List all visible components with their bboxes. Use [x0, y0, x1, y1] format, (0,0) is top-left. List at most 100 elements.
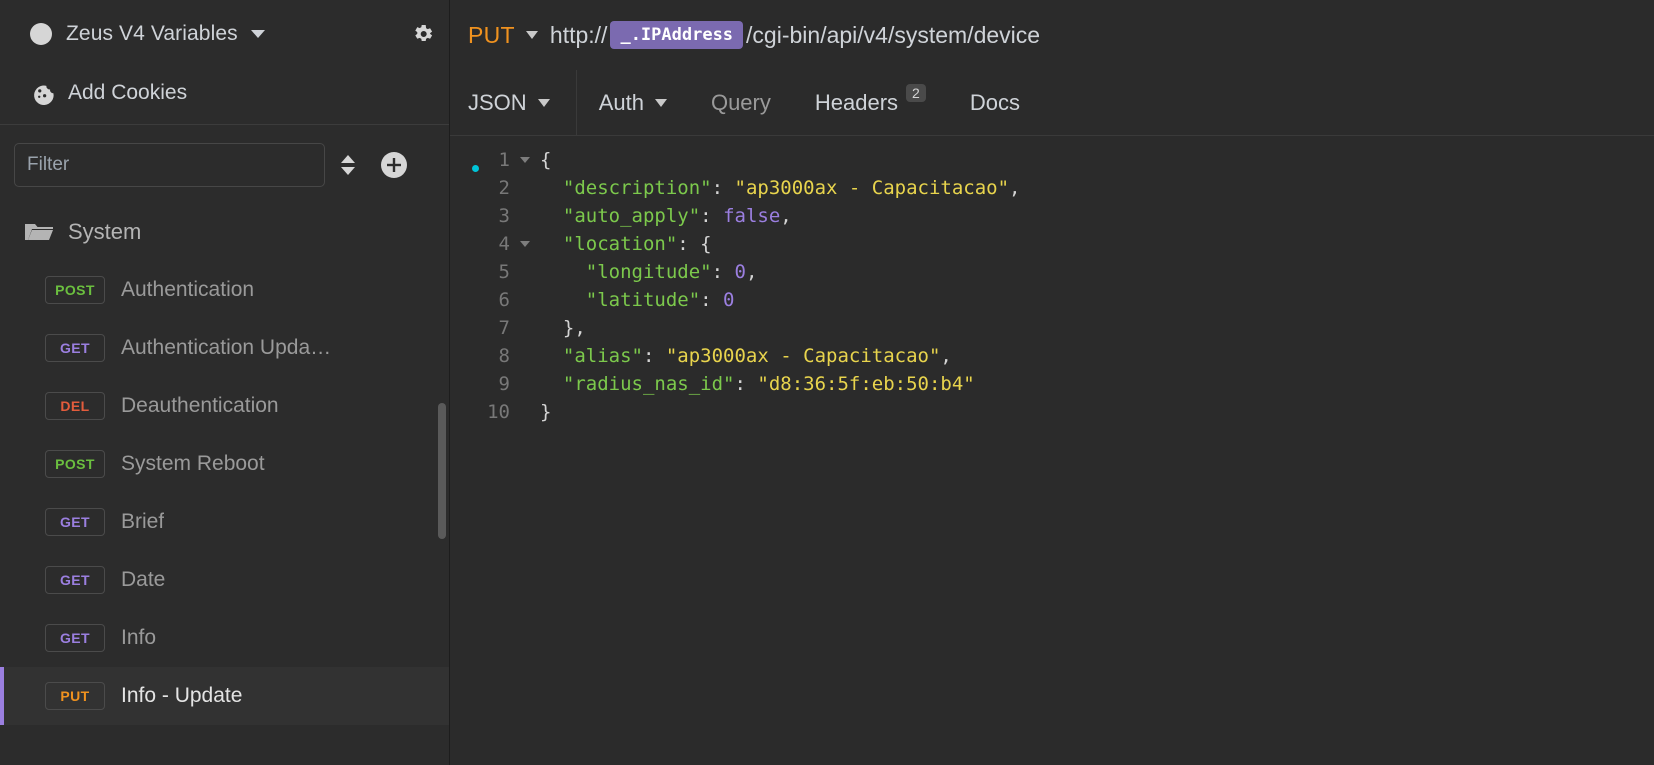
code-token: , — [1009, 177, 1021, 199]
code-line: "radius_nas_id": "d8:36:5f:eb:50:b4" — [540, 370, 1654, 398]
method-badge: POST — [45, 450, 105, 478]
code-line: { — [540, 146, 1654, 174]
code-token: "alias" — [562, 345, 643, 367]
line-number: 5 — [498, 261, 510, 283]
code-token: : — [642, 345, 666, 367]
code-token: : — [700, 289, 724, 311]
tab-auth[interactable]: Auth — [577, 70, 689, 135]
tab-docs[interactable]: Docs — [948, 70, 1042, 135]
code-token: "ap3000ax - Capacitacao" — [665, 345, 941, 367]
folder-open-icon — [24, 220, 68, 244]
plus-circle-icon[interactable] — [371, 143, 417, 187]
code-token: "location" — [562, 233, 678, 255]
code-token: "latitude" — [585, 289, 701, 311]
sort-icon[interactable] — [325, 143, 371, 187]
request-item[interactable]: GET Info — [0, 609, 449, 667]
tab-body-type[interactable]: JSON — [450, 70, 577, 135]
chevron-down-icon[interactable] — [250, 30, 265, 38]
chevron-down-icon[interactable] — [525, 31, 538, 39]
add-cookies-button[interactable]: Add Cookies — [0, 68, 449, 118]
code-line: "description": "ap3000ax - Capacitacao", — [540, 174, 1654, 202]
method-badge: GET — [45, 566, 105, 594]
request-item-label: Info - Update — [121, 684, 243, 707]
url-path: /cgi-bin/api/v4/system/device — [746, 21, 1041, 48]
fold-arrow-icon[interactable] — [520, 241, 530, 247]
method-badge: GET — [45, 508, 105, 536]
request-item[interactable]: DEL Deauthentication — [0, 377, 449, 435]
code-line: "location": { — [540, 230, 1654, 258]
request-item[interactable]: GET Date — [0, 551, 449, 609]
code-token: "ap3000ax - Capacitacao" — [734, 177, 1010, 199]
sidebar: Zeus V4 Variables Add Cookies Filter Sys… — [0, 0, 450, 765]
method-badge: PUT — [45, 682, 105, 710]
code-token: { — [700, 233, 712, 255]
line-number: 6 — [498, 289, 510, 311]
request-item-label: System Reboot — [121, 452, 265, 475]
url-prefix: http:// — [549, 21, 608, 48]
code-token: false — [723, 205, 781, 227]
tab-badge: 2 — [906, 84, 926, 102]
code-token: "auto_apply" — [562, 205, 701, 227]
tab-label: Docs — [969, 89, 1020, 115]
url-bar: PUT http://_.IPAddress/cgi-bin/api/v4/sy… — [450, 0, 1654, 70]
tab-label: Headers — [814, 89, 899, 115]
add-cookies-label: Add Cookies — [68, 81, 188, 104]
code-line: "auto_apply": false, — [540, 202, 1654, 230]
request-item[interactable]: GET Brief — [0, 493, 449, 551]
search-input[interactable] — [14, 143, 325, 187]
request-method: PUT — [468, 21, 515, 48]
request-item-label: Authentication — [121, 278, 255, 301]
chevron-down-icon[interactable] — [654, 98, 667, 107]
fold-arrow-icon[interactable] — [520, 157, 530, 163]
code-token: 0 — [734, 261, 746, 283]
folder-label: System — [68, 219, 142, 244]
tab-headers[interactable]: Headers 2 — [793, 70, 948, 135]
app-window: Zeus V4 Variables Add Cookies Filter Sys… — [0, 0, 1654, 765]
method-selector[interactable]: PUT — [468, 22, 538, 49]
workspace-selector[interactable]: Zeus V4 Variables — [0, 0, 449, 68]
line-number: 2 — [498, 177, 510, 199]
line-number: 1 — [450, 146, 530, 174]
code-token: } — [540, 401, 552, 423]
code-token: , — [780, 205, 792, 227]
url-input[interactable]: http://_.IPAddress/cgi-bin/api/v4/system… — [549, 20, 1041, 50]
code-token: "longitude" — [585, 261, 712, 283]
code-token: : — [711, 177, 735, 199]
code-token: : — [711, 261, 735, 283]
gear-icon[interactable] — [411, 22, 435, 46]
code-token: : — [677, 233, 701, 255]
method-badge: DEL — [45, 392, 105, 420]
sidebar-scrollbar[interactable] — [438, 403, 446, 539]
chevron-down-icon[interactable] — [537, 98, 550, 107]
request-list: POST Authentication GET Authentication Upda… — [0, 261, 449, 725]
code-token: , — [940, 345, 952, 367]
tab-label: Auth — [598, 89, 644, 115]
workspace-name: Zeus V4 Variables — [66, 22, 238, 45]
request-item[interactable]: PUT Info - Update — [0, 667, 449, 725]
request-tabs: JSON Auth Query Headers 2 Docs — [450, 70, 1654, 136]
request-item[interactable]: GET Authentication Upda… — [0, 319, 449, 377]
code-token: }, — [562, 317, 586, 339]
code-token: "d8:36:5f:eb:50:b4" — [757, 373, 975, 395]
code-line: }, — [540, 314, 1654, 342]
line-number: 10 — [487, 401, 510, 423]
folder-item-system[interactable]: System — [0, 203, 449, 261]
tab-body-label: JSON — [468, 89, 527, 115]
code-line: } — [540, 398, 1654, 426]
request-tree: System POST Authentication GET Authenticati… — [0, 203, 449, 765]
json-body-editor[interactable]: 1 2 3 4 5 6 7 8 9 10 { "description": "ap3000ax -… — [450, 136, 1654, 765]
method-badge: GET — [45, 334, 105, 362]
line-number: 3 — [498, 205, 510, 227]
tab-label: Query — [710, 89, 771, 115]
url-variable-chip[interactable]: _.IPAddress — [610, 20, 744, 50]
editor-code[interactable]: { "description": "ap3000ax - Capacitacao… — [514, 146, 1654, 765]
tab-query[interactable]: Query — [689, 70, 793, 135]
request-item[interactable]: POST Authentication — [0, 261, 449, 319]
code-token: "description" — [562, 177, 712, 199]
request-item[interactable]: POST System Reboot — [0, 435, 449, 493]
request-item-label: Date — [121, 568, 166, 591]
